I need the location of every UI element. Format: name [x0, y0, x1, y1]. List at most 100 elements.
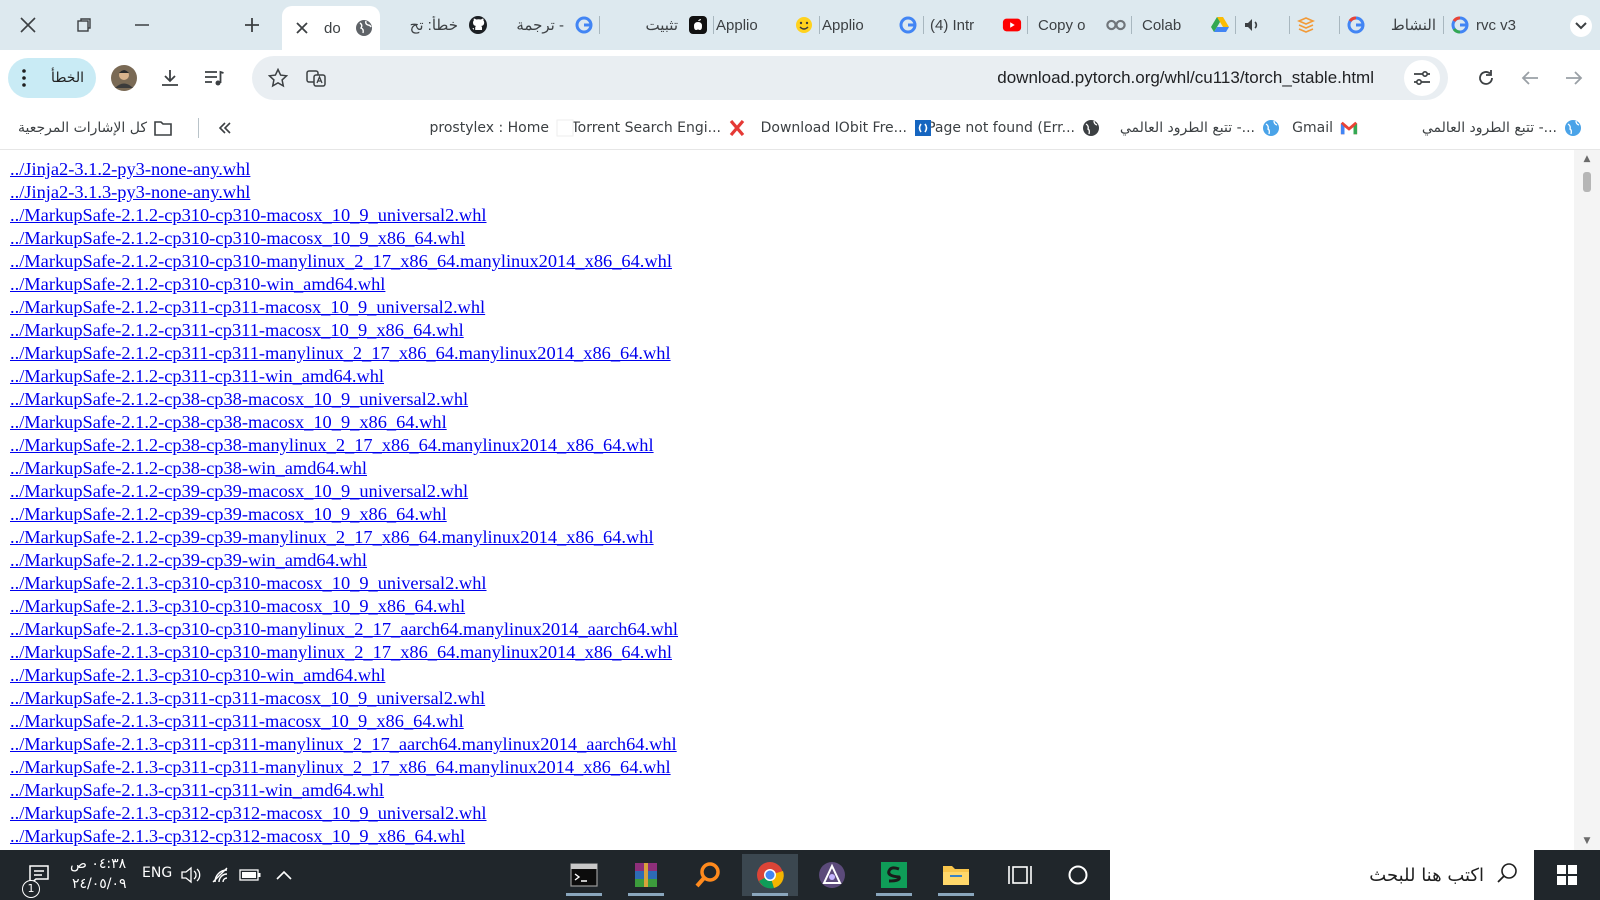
tab-github-error[interactable]: خطأ: تح [386, 8, 494, 42]
scroll-down-icon[interactable]: ▼ [1582, 836, 1592, 846]
url-text: download.pytorch.org/whl/cu113/torch_sta… [997, 68, 1374, 87]
wheel-link[interactable]: ../MarkupSafe-2.1.3-cp310-cp310-macosx_1… [10, 572, 678, 595]
vertical-scrollbar[interactable]: ▲ ▼ [1574, 150, 1600, 850]
bookmark-label: Torrent Search Engi... [571, 120, 721, 136]
tab-youtube[interactable]: (4) Intr [924, 8, 1028, 42]
wheel-link[interactable]: ../MarkupSafe-2.1.2-cp39-cp39-macosx_10_… [10, 503, 678, 526]
wheel-link[interactable]: ../MarkupSafe-2.1.3-cp310-cp310-manylinu… [10, 641, 678, 664]
wheel-link[interactable]: ../MarkupSafe-2.1.2-cp39-cp39-win_amd64.… [10, 549, 678, 572]
wheel-link[interactable]: ../MarkupSafe-2.1.2-cp310-cp310-manylinu… [10, 250, 678, 273]
menu-kebab-icon[interactable] [22, 69, 26, 87]
close-window-icon[interactable] [10, 8, 46, 42]
wheel-link[interactable]: ../MarkupSafe-2.1.2-cp310-cp310-win_amd6… [10, 273, 678, 296]
downloads-icon[interactable] [152, 60, 188, 96]
tab-search-chevron-icon[interactable] [1570, 15, 1592, 37]
show-hidden-icons-chevron-icon[interactable] [264, 854, 304, 896]
wheel-link[interactable]: ../MarkupSafe-2.1.3-cp310-cp310-manylinu… [10, 618, 678, 641]
all-bookmarks-label: كل الإشارات المرجعية [18, 120, 147, 136]
bookmark-parcel-tracking-1[interactable]: تتبع الطرود العالمي -... [1422, 116, 1582, 140]
search-magnifier-app-icon[interactable] [680, 854, 736, 896]
bookmark-star-icon[interactable] [260, 60, 296, 96]
wheel-link[interactable]: ../MarkupSafe-2.1.3-cp312-cp312-macosx_1… [10, 802, 678, 825]
tab-applio-google[interactable]: Applio [820, 8, 924, 42]
taskbar-search-input[interactable]: اكتب هنا للبحث [1110, 850, 1534, 900]
wheel-link[interactable]: ../MarkupSafe-2.1.3-cp312-cp312-macosx_1… [10, 825, 678, 848]
bookmark-gmail[interactable]: Gmail [1292, 116, 1358, 140]
address-bar[interactable]: download.pytorch.org/whl/cu113/torch_sta… [252, 56, 1448, 100]
clock-date[interactable]: ٢٤/٠٥/٠٩ [72, 876, 127, 892]
bookmark-iobit[interactable]: Download IObit Fre... [761, 116, 932, 140]
tab-stack[interactable] [1290, 8, 1340, 42]
file-explorer-icon[interactable] [928, 854, 984, 896]
wheel-link[interactable]: ../Jinja2-3.1.2-py3-none-any.whl [10, 158, 678, 181]
restore-icon[interactable] [66, 8, 102, 42]
sublime-icon[interactable] [866, 854, 922, 896]
terminal-icon[interactable] [556, 854, 612, 896]
bookmark-page-not-found[interactable]: Page not found (Err... [927, 116, 1100, 140]
clock-time[interactable]: ٠٤:٣٨ ص [70, 856, 126, 872]
windows-start-icon[interactable] [1534, 850, 1600, 900]
huggingface-icon [794, 15, 814, 35]
close-tab-icon[interactable] [292, 18, 312, 38]
wheel-link[interactable]: ../Jinja2-3.1.3-py3-none-any.whl [10, 181, 678, 204]
input-language[interactable]: ENG [142, 865, 172, 881]
wheel-link[interactable]: ../MarkupSafe-2.1.2-cp311-cp311-macosx_1… [10, 296, 678, 319]
task-view-icon[interactable] [992, 854, 1048, 896]
profile-error-label: الخطأ [51, 70, 84, 86]
tab-activity[interactable]: النشاط [1340, 8, 1444, 42]
wheel-link[interactable]: ../MarkupSafe-2.1.2-cp39-cp39-macosx_10_… [10, 480, 678, 503]
tab-audio[interactable] [1236, 8, 1290, 42]
scroll-up-icon[interactable]: ▲ [1582, 154, 1592, 164]
google-icon [898, 15, 918, 35]
tab-install[interactable]: تثبيت [600, 8, 714, 42]
all-bookmarks-button[interactable]: كل الإشارات المرجعية [18, 116, 172, 140]
battery-icon[interactable] [234, 854, 266, 896]
wheel-link[interactable]: ../MarkupSafe-2.1.3-cp311-cp311-manylinu… [10, 756, 678, 779]
wheel-link[interactable]: ../MarkupSafe-2.1.3-cp311-cp311-macosx_1… [10, 710, 678, 733]
wheel-link[interactable]: ../MarkupSafe-2.1.2-cp39-cp39-manylinux_… [10, 526, 678, 549]
bookmarks-divider [198, 118, 199, 138]
tab-translate[interactable]: ترجمة - [494, 8, 600, 42]
reload-icon[interactable] [1468, 60, 1504, 96]
wheel-link[interactable]: ../MarkupSafe-2.1.2-cp311-cp311-manylinu… [10, 342, 678, 365]
wheel-link[interactable]: ../MarkupSafe-2.1.2-cp311-cp311-macosx_1… [10, 319, 678, 342]
notification-badge: 1 [22, 880, 40, 898]
wheel-link[interactable]: ../MarkupSafe-2.1.2-cp38-cp38-macosx_10_… [10, 411, 678, 434]
bookmark-parcel-tracking-2[interactable]: تتبع الطرود العالمي -... [1120, 116, 1280, 140]
tab-active-download[interactable]: do [282, 6, 380, 50]
wheel-link[interactable]: ../MarkupSafe-2.1.3-cp311-cp311-win_amd6… [10, 779, 678, 802]
new-tab-icon[interactable] [234, 8, 270, 42]
winrar-icon[interactable] [618, 854, 674, 896]
affinity-icon[interactable] [804, 854, 860, 896]
site-info-icon[interactable] [1404, 60, 1440, 96]
wheel-link[interactable]: ../MarkupSafe-2.1.2-cp38-cp38-macosx_10_… [10, 388, 678, 411]
wheel-link[interactable]: ../MarkupSafe-2.1.3-cp310-cp310-win_amd6… [10, 664, 678, 687]
bookmarks-overflow-chevron-icon[interactable] [218, 116, 232, 140]
back-icon[interactable] [1512, 60, 1548, 96]
media-queue-icon[interactable] [196, 60, 232, 96]
volume-icon[interactable] [176, 854, 208, 896]
bookmark-torrent-search[interactable]: Torrent Search Engi... [571, 116, 746, 140]
translate-page-icon[interactable] [298, 60, 334, 96]
wheel-link[interactable]: ../MarkupSafe-2.1.3-cp311-cp311-manylinu… [10, 733, 678, 756]
cortana-icon[interactable] [1050, 854, 1106, 896]
avatar[interactable] [106, 60, 142, 96]
minimize-icon[interactable] [124, 8, 160, 42]
tab-copy-of[interactable]: Copy o [1028, 8, 1132, 42]
google-icon [1450, 15, 1470, 35]
wheel-link[interactable]: ../MarkupSafe-2.1.2-cp310-cp310-macosx_1… [10, 227, 678, 250]
tab-applio-hf[interactable]: Applio [714, 8, 820, 42]
wheel-link[interactable]: ../MarkupSafe-2.1.3-cp310-cp310-macosx_1… [10, 595, 678, 618]
chrome-icon[interactable] [742, 854, 798, 896]
wheel-link[interactable]: ../MarkupSafe-2.1.2-cp38-cp38-win_amd64.… [10, 457, 678, 480]
scroll-thumb[interactable] [1583, 172, 1591, 192]
bookmark-prostylex[interactable]: prostylex : Home [430, 116, 574, 140]
forward-icon[interactable] [1556, 60, 1592, 96]
wheel-link[interactable]: ../MarkupSafe-2.1.3-cp311-cp311-macosx_1… [10, 687, 678, 710]
wheel-link[interactable]: ../MarkupSafe-2.1.2-cp310-cp310-macosx_1… [10, 204, 678, 227]
tab-colab[interactable]: Colab [1132, 8, 1236, 42]
tab-rvc-v3[interactable]: rvc v3 [1444, 8, 1548, 42]
wifi-icon[interactable] [206, 854, 236, 896]
wheel-link[interactable]: ../MarkupSafe-2.1.2-cp38-cp38-manylinux_… [10, 434, 678, 457]
wheel-link[interactable]: ../MarkupSafe-2.1.2-cp311-cp311-win_amd6… [10, 365, 678, 388]
